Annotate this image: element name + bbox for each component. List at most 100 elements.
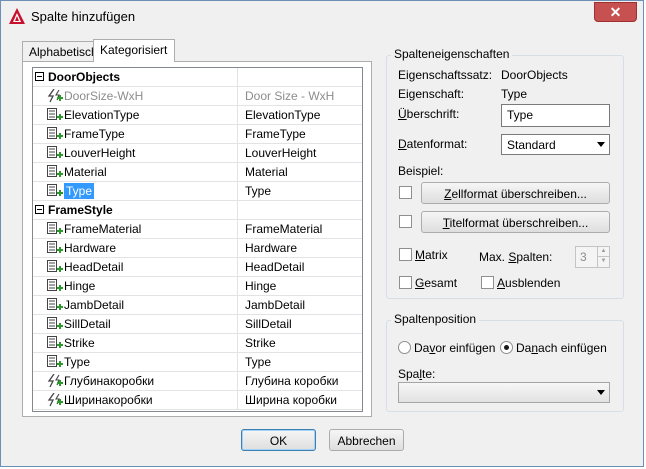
property-display-name: JambDetail bbox=[245, 298, 306, 312]
title-format-button[interactable]: Titelformat überschreiben... bbox=[421, 211, 610, 233]
add-property-icon bbox=[47, 184, 63, 198]
tree-property-row[interactable]: Type Type bbox=[33, 182, 362, 201]
heading-input[interactable]: Type bbox=[501, 104, 610, 127]
insert-after-label: Danach einfügen bbox=[516, 341, 607, 355]
spin-up-icon[interactable]: ▲ bbox=[597, 247, 609, 257]
tree-name-cell: SillDetail bbox=[33, 315, 238, 333]
tree-property-row[interactable]: ElevationType ElevationType bbox=[33, 106, 362, 125]
column-select[interactable] bbox=[398, 382, 610, 403]
insert-after-radio[interactable] bbox=[500, 341, 513, 354]
tree-group-row[interactable]: FrameStyle bbox=[33, 201, 362, 220]
tree-name-cell: Strike bbox=[33, 334, 238, 352]
insert-before-radio[interactable] bbox=[398, 341, 411, 354]
group-name: DoorObjects bbox=[48, 70, 121, 84]
add-property-icon bbox=[47, 241, 63, 255]
chevron-down-icon bbox=[597, 142, 605, 147]
tree-property-row[interactable]: HeadDetail HeadDetail bbox=[33, 258, 362, 277]
property-display-name: Hinge bbox=[245, 279, 277, 293]
tree-property-row[interactable]: JambDetail JambDetail bbox=[33, 296, 362, 315]
tree-name-cell: FrameStyle bbox=[33, 201, 238, 219]
ok-button[interactable]: OK bbox=[241, 429, 316, 451]
matrix-checkbox[interactable] bbox=[399, 248, 412, 261]
property-name: Hardware bbox=[64, 241, 117, 255]
property-display-name: Material bbox=[245, 165, 288, 179]
close-icon: ✕ bbox=[609, 4, 622, 20]
cell-format-checkbox[interactable] bbox=[399, 186, 412, 199]
tree-property-row[interactable]: LouverHeight LouverHeight bbox=[33, 144, 362, 163]
window-title: Spalte hinzufügen bbox=[31, 9, 136, 24]
property-display-name: Глубина коробки bbox=[245, 374, 339, 388]
add-property-icon bbox=[47, 108, 63, 122]
property-name: Material bbox=[64, 165, 107, 179]
title-format-checkbox[interactable] bbox=[399, 215, 412, 228]
data-format-select[interactable]: Standard bbox=[501, 134, 610, 155]
total-label: Gesamt bbox=[415, 276, 458, 290]
tree-property-row[interactable]: Hardware Hardware bbox=[33, 239, 362, 258]
formula-property-icon bbox=[47, 373, 63, 388]
hide-label: Ausblenden bbox=[497, 276, 561, 290]
group-name: FrameStyle bbox=[48, 203, 113, 217]
column-properties-title: Spalteneigenschaften bbox=[391, 47, 513, 61]
tree-name-cell: Глубинакоробки bbox=[33, 372, 238, 390]
close-button[interactable]: ✕ bbox=[594, 2, 637, 22]
property-display-name: Door Size - WxH bbox=[245, 89, 335, 103]
hide-checkbox[interactable] bbox=[481, 276, 494, 289]
property-name: ElevationType bbox=[64, 108, 140, 122]
cell-format-button-label: Zellformat überschreiben... bbox=[444, 187, 587, 201]
add-property-icon bbox=[47, 146, 63, 160]
tree-property-row[interactable]: Strike Strike bbox=[33, 334, 362, 353]
max-columns-spinner[interactable]: 3 ▲ ▼ bbox=[575, 246, 610, 268]
total-checkbox[interactable] bbox=[399, 276, 412, 289]
tree-name-cell: FrameType bbox=[33, 125, 238, 143]
tree-name-cell: Ширинакоробки bbox=[33, 391, 238, 409]
tree-property-row[interactable]: Глубинакоробки Глубина коробки bbox=[33, 372, 362, 391]
property-label: Eigenschaft: bbox=[398, 87, 465, 101]
tree-name-cell: ElevationType bbox=[33, 106, 238, 124]
cell-format-button[interactable]: Zellformat überschreiben... bbox=[421, 182, 610, 204]
property-name: FrameType bbox=[64, 127, 125, 141]
tree-name-cell: HeadDetail bbox=[33, 258, 238, 276]
spin-down-icon[interactable]: ▼ bbox=[597, 257, 609, 267]
column-label: Spalte: bbox=[398, 367, 436, 381]
autocad-logo-icon bbox=[9, 8, 25, 24]
tree-property-row[interactable]: FrameType FrameType bbox=[33, 125, 362, 144]
property-display-name: FrameType bbox=[245, 127, 306, 141]
tab-alphabetisch[interactable]: Alphabetisch bbox=[22, 41, 98, 61]
property-display-name: LouverHeight bbox=[245, 146, 317, 160]
property-tree[interactable]: DoorObjects DoorSize-WxH Door Size - WxH El… bbox=[32, 67, 363, 412]
collapse-icon[interactable] bbox=[35, 205, 44, 214]
property-display-name: Type bbox=[245, 184, 272, 198]
property-display-name: SillDetail bbox=[245, 317, 292, 331]
collapse-icon[interactable] bbox=[35, 72, 44, 81]
data-format-value: Standard bbox=[507, 138, 556, 152]
tree-name-cell: Hinge bbox=[33, 277, 238, 295]
example-label: Beispiel: bbox=[398, 164, 444, 178]
title-bar[interactable]: Spalte hinzufügen ✕ bbox=[1, 1, 643, 31]
tab-kategorisiert[interactable]: Kategorisiert bbox=[93, 39, 175, 62]
tree-property-row[interactable]: Ширинакоробки Ширина коробки bbox=[33, 391, 362, 410]
tree-group-row[interactable]: DoorObjects bbox=[33, 68, 362, 87]
tree-name-cell: DoorObjects bbox=[33, 68, 238, 86]
formula-property-icon bbox=[47, 88, 63, 103]
tree-property-row[interactable]: SillDetail SillDetail bbox=[33, 315, 362, 334]
tree-property-row[interactable]: DoorSize-WxH Door Size - WxH bbox=[33, 87, 362, 106]
tree-property-row[interactable]: Hinge Hinge bbox=[33, 277, 362, 296]
heading-label: Überschrift: bbox=[398, 107, 460, 121]
cancel-button[interactable]: Abbrechen bbox=[329, 429, 404, 451]
tree-property-row[interactable]: Type Type bbox=[33, 353, 362, 372]
add-property-icon bbox=[47, 355, 63, 369]
property-name: LouverHeight bbox=[64, 146, 136, 160]
property-display-name: Type bbox=[245, 355, 272, 369]
add-property-icon bbox=[47, 317, 63, 331]
property-set-value: DoorObjects bbox=[501, 68, 568, 82]
max-columns-label: Max. Spalten: bbox=[479, 250, 553, 264]
property-name: JambDetail bbox=[64, 298, 125, 312]
property-name: SillDetail bbox=[64, 317, 111, 331]
add-property-icon bbox=[47, 222, 63, 236]
tree-property-row[interactable]: Material Material bbox=[33, 163, 362, 182]
property-display-name: FrameMaterial bbox=[245, 222, 323, 236]
tree-property-row[interactable]: FrameMaterial FrameMaterial bbox=[33, 220, 362, 239]
property-name: HeadDetail bbox=[64, 260, 124, 274]
property-name: Глубинакоробки bbox=[64, 374, 155, 388]
property-display-name: ElevationType bbox=[245, 108, 321, 122]
